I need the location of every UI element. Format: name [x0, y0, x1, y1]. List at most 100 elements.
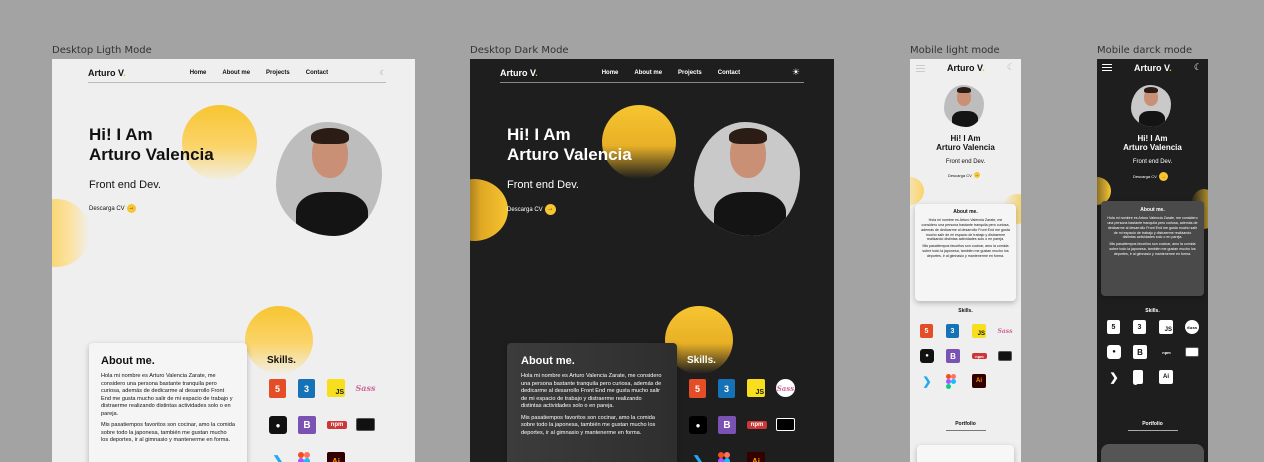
theme-toggle-icon[interactable]: ☾: [1007, 62, 1015, 73]
nav-home[interactable]: Home: [602, 70, 619, 76]
vscode-icon: ❯: [922, 375, 932, 388]
illustrator-icon: Ai: [972, 374, 986, 388]
arrow-right-icon: →: [1158, 172, 1168, 181]
portfolio-title: Portfolio: [1142, 421, 1163, 427]
hero-subtitle: Front end Dev.: [945, 159, 986, 165]
about-card: About me. Hola mi nombre es Arturo Valen…: [915, 204, 1016, 301]
javascript-icon: JS: [327, 379, 345, 397]
css3-icon: 3: [1133, 320, 1146, 334]
theme-toggle-icon[interactable]: ☾: [1194, 62, 1202, 73]
sass-icon: Sass: [997, 327, 1013, 335]
vscode-icon: ❯: [272, 452, 284, 462]
sass-icon: Sass: [776, 379, 795, 397]
portfolio-card: [917, 445, 1014, 462]
github-icon: ●: [269, 416, 287, 434]
bootstrap-icon: B: [298, 416, 316, 434]
logo[interactable]: Arturo V.: [947, 63, 985, 73]
html5-icon: 5: [920, 324, 933, 338]
css3-icon: 3: [946, 324, 959, 338]
about-card: About me. Hola mi nombre es Arturo Valen…: [507, 343, 677, 462]
about-paragraph-2: Mis pasatiempos favoritos son cocinar, a…: [922, 244, 1009, 258]
download-cv-button[interactable]: Descarga CV →: [89, 204, 136, 213]
portfolio-underline: [1128, 430, 1178, 431]
desktop-dark-frame: Arturo V. Home About me Projects Contact…: [470, 59, 834, 462]
about-title: About me.: [953, 209, 978, 215]
download-cv-button[interactable]: Descarga CV →: [1133, 172, 1168, 181]
about-paragraph-1: Hola mi nombre es Arturo Valencia Zarate…: [921, 218, 1010, 242]
portfolio-underline: [946, 430, 986, 431]
bootstrap-icon: B: [718, 416, 736, 434]
mobile-light-frame: Arturo V. ☾ Hi! I Am Arturo Valencia Fro…: [910, 59, 1021, 462]
logo[interactable]: Arturo V.: [88, 68, 126, 78]
decor-blob: [52, 199, 90, 267]
mobile-dark-frame: Arturo V. ☾ Hi! I Am Arturo Valencia Fro…: [1097, 59, 1208, 462]
nav-projects[interactable]: Projects: [266, 70, 290, 76]
javascript-icon: JS: [1159, 320, 1173, 334]
theme-toggle-icon[interactable]: ☾: [380, 69, 386, 77]
about-paragraph-1: Hola mi nombre es Arturo Valencia Zarate…: [1107, 216, 1198, 240]
nav-contact[interactable]: Contact: [718, 70, 740, 76]
npm-icon: npm: [1162, 349, 1171, 355]
download-cv-button[interactable]: Descarga CV →: [948, 172, 980, 178]
illustrator-icon: Ai: [747, 452, 765, 462]
html5-icon: 5: [689, 379, 706, 398]
nav-about[interactable]: About me: [634, 70, 662, 76]
download-cv-button[interactable]: Descarga CV →: [507, 204, 556, 215]
menu-icon[interactable]: [916, 65, 925, 72]
bootstrap-icon: B: [946, 349, 960, 363]
hero-heading: Hi! I Am Arturo Valencia: [89, 125, 214, 164]
navbar: Arturo V. Home About me Projects Contact…: [500, 63, 804, 83]
profile-photo: [276, 122, 382, 236]
illustrator-icon: Ai: [327, 452, 345, 462]
terminal-icon: [1185, 347, 1199, 357]
logo[interactable]: Arturo V.: [1134, 63, 1172, 73]
about-paragraph-1: Hola mi nombre es Arturo Valencia Zarate…: [521, 373, 662, 410]
javascript-icon: JS: [747, 379, 765, 397]
html5-icon: 5: [1107, 320, 1120, 334]
about-paragraph-2: Mis pasatiempos favoritos son cocinar, a…: [101, 422, 235, 444]
hero-heading: Hi! I Am Arturo Valencia: [936, 134, 995, 153]
github-icon: ●: [689, 416, 707, 434]
skills-title: Skills.: [687, 355, 716, 366]
profile-photo: [1131, 85, 1171, 127]
nav-about[interactable]: About me: [222, 70, 250, 76]
bootstrap-icon: B: [1133, 345, 1147, 359]
portfolio-title: Portfolio: [955, 421, 976, 427]
vscode-icon: ❯: [692, 452, 704, 462]
github-icon: ●: [1107, 345, 1121, 359]
about-card: About me. Hola mi nombre es Arturo Valen…: [1101, 201, 1204, 296]
about-title: About me.: [1140, 207, 1165, 213]
arrow-right-icon: →: [973, 172, 980, 178]
illustrator-icon: Ai: [1159, 370, 1173, 384]
skills-grid: 5 3 JS Sass ● B npm ❯ Ai: [689, 379, 795, 462]
terminal-icon: [776, 418, 795, 431]
profile-photo: [944, 85, 984, 127]
figma-icon: [718, 452, 730, 462]
sun-icon[interactable]: ☀: [792, 67, 800, 78]
arrow-right-icon: →: [544, 204, 556, 215]
css3-icon: 3: [298, 379, 315, 398]
vscode-icon: ❯: [1109, 371, 1119, 384]
decor-blob: [910, 177, 924, 205]
nav-contact[interactable]: Contact: [306, 70, 328, 76]
frame-label-desktop-dark: Desktop Dark Mode: [470, 45, 569, 56]
navbar: Arturo V. Home About me Projects Contact…: [88, 63, 386, 83]
skills-title: Skills.: [1145, 308, 1160, 314]
hero-subtitle: Front end Dev.: [507, 179, 579, 191]
about-paragraph-1: Hola mi nombre es Arturo Valencia Zarate…: [101, 373, 233, 417]
portfolio-card: [1101, 444, 1204, 462]
about-paragraph-2: Mis pasatiempos favoritos son cocinar, a…: [521, 414, 656, 436]
logo[interactable]: Arturo V.: [500, 68, 538, 78]
menu-icon[interactable]: [1102, 64, 1112, 71]
skills-grid: 5 3 JS Sass ● B npm ❯ Ai: [1107, 320, 1199, 385]
figma-icon: [298, 452, 310, 462]
sass-icon: Sass: [1185, 320, 1199, 334]
nav-home[interactable]: Home: [190, 70, 207, 76]
nav-projects[interactable]: Projects: [678, 70, 702, 76]
decor-blob: [470, 179, 508, 241]
hero-subtitle: Front end Dev.: [1132, 159, 1173, 165]
about-title: About me.: [521, 355, 575, 367]
github-icon: ●: [920, 349, 934, 363]
npm-icon: npm: [327, 421, 347, 429]
arrow-right-icon: →: [126, 204, 136, 213]
